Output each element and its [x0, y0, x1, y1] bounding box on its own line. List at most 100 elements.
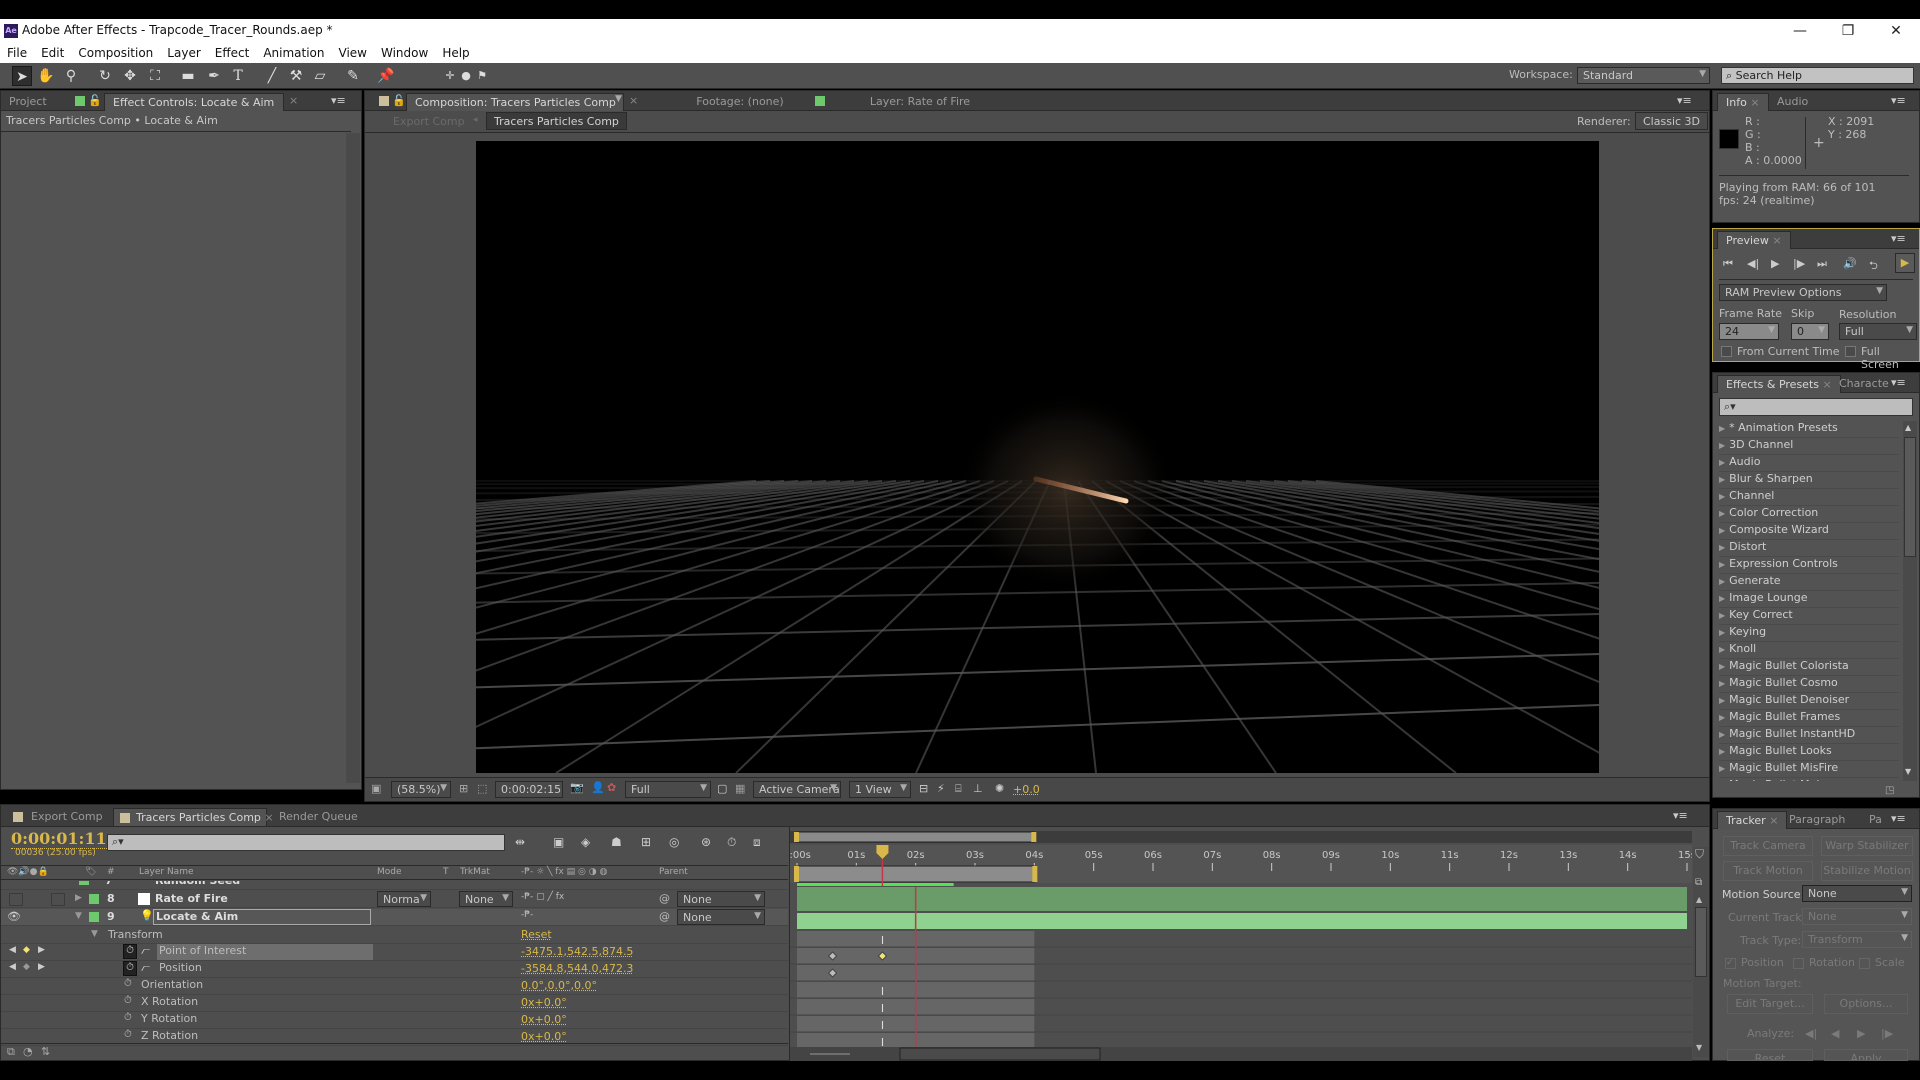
- work-area-end[interactable]: [1032, 866, 1038, 882]
- panel-menu-icon[interactable]: ▾≡: [1891, 376, 1906, 389]
- expand-icon[interactable]: ▶: [1719, 713, 1725, 722]
- property-value[interactable]: 0x+0.0°: [521, 996, 567, 1009]
- analyze-forward-icon[interactable]: ▶: [1857, 1027, 1865, 1040]
- track-matte-dropdown[interactable]: None ▼: [459, 891, 513, 907]
- transfer-controls-toggle-icon[interactable]: ◔: [23, 1045, 33, 1058]
- navigator-start-handle[interactable]: [794, 832, 799, 842]
- rectangle-tool-icon[interactable]: ▬: [178, 66, 198, 86]
- menu-layer[interactable]: Layer: [160, 43, 207, 63]
- stopwatch-icon[interactable]: ⏱: [123, 961, 137, 976]
- chevron-down-icon[interactable]: ▼: [615, 94, 622, 104]
- expand-icon[interactable]: ▶: [1719, 543, 1725, 552]
- effects-category-item[interactable]: ▶ Knoll: [1719, 642, 1899, 659]
- graph-editor-icon[interactable]: ⧈: [753, 835, 761, 850]
- layer-name[interactable]: Random Seed: [155, 881, 240, 887]
- rotation-checkbox[interactable]: [1793, 958, 1804, 969]
- effects-category-item[interactable]: ▶ Key Correct: [1719, 608, 1899, 625]
- property-value[interactable]: -3584.8,544.0,472.3: [521, 962, 633, 975]
- close-button[interactable]: ✕: [1876, 21, 1916, 41]
- composition-mini-flowchart-icon[interactable]: ⇹: [515, 835, 525, 849]
- zoom-tool-icon[interactable]: ⚲: [61, 66, 81, 86]
- effects-category-item[interactable]: ▶ * Animation Presets: [1719, 421, 1899, 438]
- toggle-pixel-aspect-icon[interactable]: ⊟: [919, 782, 928, 795]
- eye-icon[interactable]: 👁: [7, 910, 21, 923]
- camera-dropdown[interactable]: Active Camera ▼: [753, 781, 841, 798]
- view-layout-dropdown[interactable]: 1 View ▼: [849, 781, 911, 798]
- restore-button[interactable]: ❐: [1828, 21, 1868, 41]
- layer-bar[interactable]: [797, 887, 1687, 895]
- options-button[interactable]: Options...: [1824, 994, 1908, 1014]
- expand-icon[interactable]: ▶: [1719, 747, 1725, 756]
- expand-icon[interactable]: ▶: [1719, 441, 1725, 450]
- close-tab-icon[interactable]: ×: [1772, 234, 1781, 247]
- stopwatch-icon[interactable]: ⏱: [124, 995, 132, 1006]
- warp-stabilizer-button[interactable]: Warp Stabilizer: [1821, 836, 1913, 856]
- rotation-tool-icon[interactable]: ↻: [95, 66, 115, 86]
- tab-audio[interactable]: Audio: [1769, 93, 1816, 111]
- pen-tool-icon[interactable]: ✒: [204, 66, 224, 86]
- lock-toggle[interactable]: [51, 893, 65, 906]
- stabilize-motion-button[interactable]: Stabilize Motion: [1821, 861, 1913, 881]
- frame-rate-field[interactable]: 24 ▼: [1719, 323, 1779, 340]
- scroll-up-icon[interactable]: ▲: [1905, 423, 1911, 432]
- graph-icon[interactable]: ⦧: [141, 944, 150, 958]
- parent-dropdown[interactable]: None ▼: [677, 891, 765, 907]
- menu-file[interactable]: File: [0, 43, 34, 63]
- tab-paragraph[interactable]: Paragraph: [1781, 811, 1853, 829]
- always-preview-icon[interactable]: ▣: [371, 782, 381, 795]
- brush-tool-icon[interactable]: ╱: [262, 66, 282, 86]
- scroll-down-icon[interactable]: ▼: [1696, 1043, 1702, 1052]
- channel-icon[interactable]: ✿: [607, 781, 616, 794]
- timeline-search-input[interactable]: ⌕▾: [107, 834, 505, 851]
- shy-layers-icon[interactable]: ☗: [611, 835, 622, 849]
- tab-footage[interactable]: Footage: (none): [665, 93, 815, 111]
- resolution-dropdown[interactable]: Full ▼: [625, 781, 711, 798]
- panel-menu-icon[interactable]: ▾≡: [1891, 94, 1906, 107]
- expand-icon[interactable]: ▶: [1719, 764, 1725, 773]
- effects-category-item[interactable]: ▶ Composite Wizard: [1719, 523, 1899, 540]
- scroll-up-icon[interactable]: ▲: [1696, 895, 1702, 904]
- expand-icon[interactable]: ▶: [1719, 577, 1725, 586]
- next-frame-icon[interactable]: |▶: [1793, 257, 1805, 270]
- pickwhip-icon[interactable]: @: [659, 892, 670, 905]
- effects-scrollbar[interactable]: ▲ ▼: [1903, 421, 1917, 781]
- layer-bar-selected[interactable]: [797, 913, 1687, 929]
- tab-tracker[interactable]: Tracker ×: [1717, 811, 1788, 829]
- effects-category-item[interactable]: ▶ Audio: [1719, 455, 1899, 472]
- tab-preview[interactable]: Preview ×: [1717, 231, 1791, 249]
- effects-category-item[interactable]: ▶ Generate: [1719, 574, 1899, 591]
- full-screen-checkbox[interactable]: [1845, 346, 1856, 357]
- panel-menu-icon[interactable]: ▾≡: [331, 94, 346, 107]
- frame-blending-icon[interactable]: ⊞: [641, 835, 651, 849]
- resolution-preview-dropdown[interactable]: Full ▼: [1839, 323, 1917, 340]
- close-tab-icon[interactable]: ×: [1750, 96, 1759, 109]
- navigator-end-handle[interactable]: [1031, 832, 1037, 842]
- expand-icon[interactable]: ▶: [1719, 645, 1725, 654]
- exposure-reset-icon[interactable]: ✺: [995, 782, 1004, 795]
- effects-category-item[interactable]: ▶ Magic Bullet Frames: [1719, 710, 1899, 727]
- expand-icon[interactable]: ▶: [1719, 560, 1725, 569]
- effects-category-item[interactable]: ▶ Magic Bullet Looks: [1719, 744, 1899, 761]
- position-checkbox[interactable]: ✓: [1725, 958, 1736, 969]
- effects-category-item[interactable]: ▶Magic Bullet Mojo: [1719, 778, 1899, 781]
- column-layer-name[interactable]: Layer Name: [139, 867, 194, 877]
- expand-icon[interactable]: ▶: [1719, 475, 1725, 484]
- timeline-vertical-scrollbar[interactable]: ⛉ ⧉ ▲ ▼: [1693, 847, 1709, 1057]
- layer-row-selected[interactable]: 👁 ▼ 9 💡 Locate & Aim -₱- @ None ▼: [1, 909, 788, 926]
- in-out-toggle-icon[interactable]: ⇅: [41, 1045, 50, 1058]
- nav-tracers-particles-comp[interactable]: Tracers Particles Comp: [486, 112, 627, 130]
- effects-category-item[interactable]: ▶ Magic Bullet MisFire: [1719, 761, 1899, 778]
- comp-marker-bin-icon[interactable]: ⛉: [1695, 847, 1704, 862]
- property-row[interactable]: ⏱ Y Rotation 0x+0.0°: [1, 1012, 788, 1029]
- tab-export-comp[interactable]: Export Comp: [23, 808, 111, 826]
- tab-tracers-particles-comp[interactable]: Tracers Particles Comp ×: [113, 808, 274, 826]
- menu-view[interactable]: View: [332, 43, 374, 63]
- expand-icon[interactable]: ▶: [1719, 628, 1725, 637]
- expand-icon[interactable]: ▶: [1719, 730, 1725, 739]
- expand-icon[interactable]: ▶: [1719, 594, 1725, 603]
- effects-category-item[interactable]: ▶ 3D Channel: [1719, 438, 1899, 455]
- tab-paint[interactable]: Pa: [1861, 811, 1890, 829]
- transparency-grid-icon[interactable]: ▦: [735, 782, 745, 795]
- video-toggle[interactable]: [9, 893, 23, 906]
- track-type-dropdown[interactable]: Transform ▼: [1802, 931, 1912, 948]
